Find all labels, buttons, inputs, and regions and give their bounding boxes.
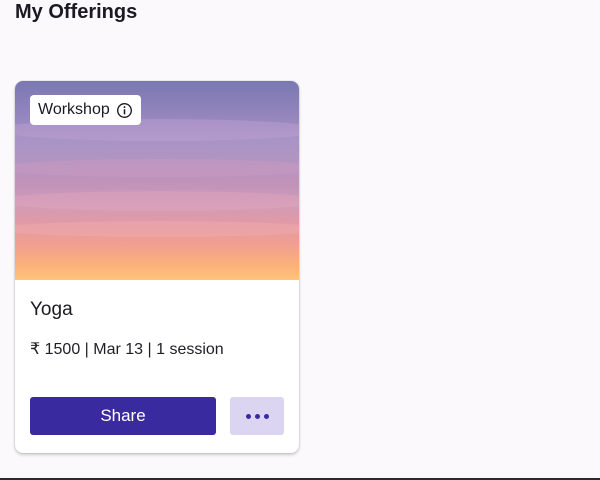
offering-title: Yoga <box>30 299 73 320</box>
more-horizontal-icon <box>245 413 251 419</box>
more-horizontal-icon-dot <box>263 413 269 419</box>
offering-banner-image: Workshop <box>15 81 299 280</box>
workshop-badge[interactable]: Workshop <box>30 95 141 125</box>
page-title: My Offerings <box>15 1 138 23</box>
offering-meta: ₹ 1500 | Mar 13 | 1 session <box>30 341 224 358</box>
badge-label: Workshop <box>38 101 110 118</box>
more-horizontal-icon-dot <box>254 413 260 419</box>
more-options-button[interactable] <box>230 397 284 435</box>
offerings-page: My Offerings Workshop Yoga ₹ 1500 | Mar … <box>0 0 600 480</box>
share-button-label: Share <box>100 406 146 425</box>
info-icon[interactable] <box>116 102 133 119</box>
offering-card[interactable]: Workshop Yoga ₹ 1500 | Mar 13 | 1 sessio… <box>15 81 299 453</box>
share-button[interactable]: Share <box>30 397 216 435</box>
